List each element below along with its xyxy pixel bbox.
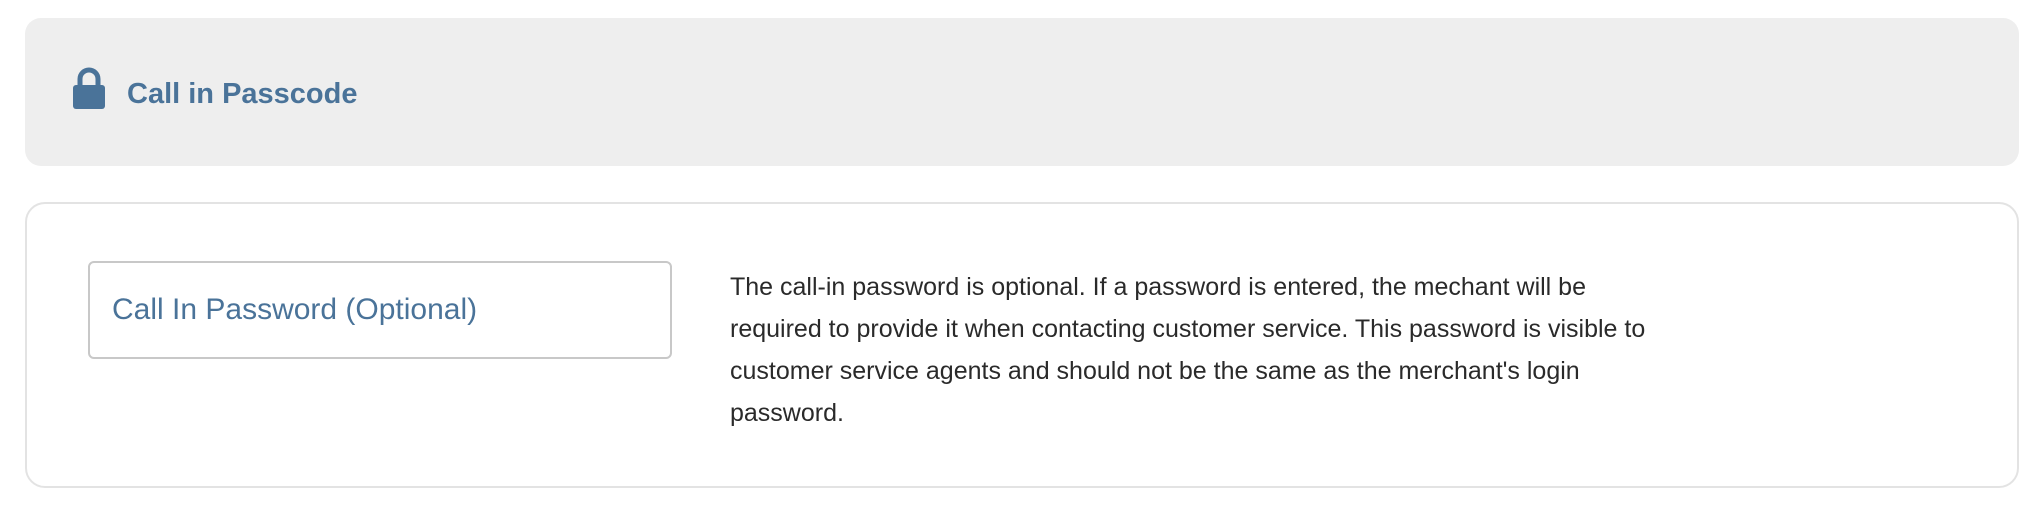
section-title: Call in Passcode bbox=[127, 78, 358, 110]
section-header: Call in Passcode bbox=[25, 18, 2019, 166]
call-in-password-input[interactable] bbox=[88, 261, 672, 359]
lock-icon bbox=[73, 67, 105, 109]
call-in-password-panel: The call-in password is optional. If a p… bbox=[25, 202, 2019, 488]
password-help-text: The call-in password is optional. If a p… bbox=[730, 273, 1646, 427]
